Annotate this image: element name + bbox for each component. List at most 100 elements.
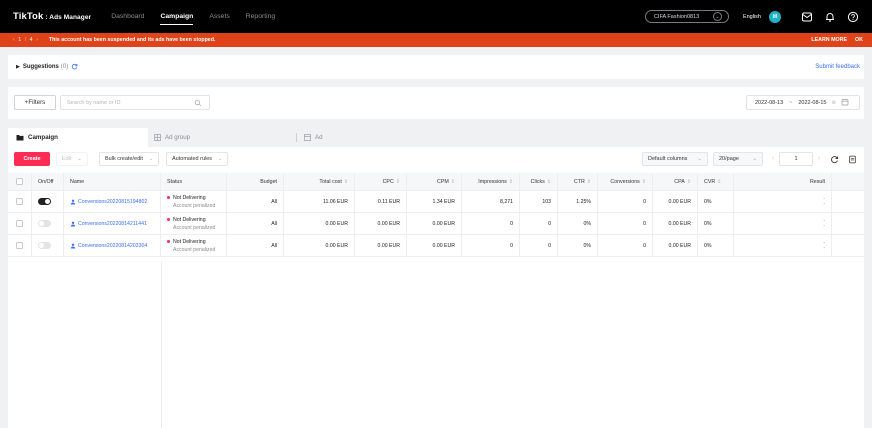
header-cpm[interactable]: CPM ⇕ [407,173,462,190]
automated-rules-button[interactable]: Automated rules ⌄ [166,152,229,166]
campaign-name-link[interactable]: Conversions20220814203304 [70,243,147,249]
nav-assets[interactable]: Assets [209,0,229,33]
conversions-cell: 0 [598,191,653,212]
grid-icon [154,134,161,141]
status-toggle[interactable] [38,198,51,205]
header-ctr[interactable]: CTR ⇕ [558,173,598,190]
refresh-icon[interactable] [828,153,840,165]
nav-campaign[interactable]: Campaign [160,0,193,33]
message-icon[interactable] [800,10,814,24]
cvr-cell: 0% [698,191,734,212]
search-input[interactable]: Search by name or ID [60,95,210,110]
avatar[interactable]: M [769,10,781,23]
row-checkbox[interactable] [16,220,23,227]
alert-separator: / [24,37,28,43]
account-select[interactable]: CIFA Fashion0813 ⌄ [644,10,729,23]
impressions-cell: 0 [462,213,520,234]
alert-next-icon[interactable]: › [36,37,39,43]
status-toggle[interactable] [38,220,51,227]
budget-cell: All [227,213,284,234]
chevron-down-icon: ⌄ [752,156,757,162]
export-icon[interactable] [846,153,858,165]
default-columns-select[interactable]: Default columns ⌄ [642,152,708,166]
next-page-icon[interactable]: › [813,152,825,166]
bulk-create-edit-button[interactable]: Bulk create/edit ⌄ [99,152,160,166]
header-clicks[interactable]: Clicks ⇕ [520,173,558,190]
select-all-checkbox[interactable] [16,178,23,185]
header-result[interactable]: Result [734,173,832,190]
header-conversions[interactable]: Conversions ⇕ [598,173,653,190]
campaign-name-link[interactable]: Conversions20220815194802 [70,199,147,205]
header-cpm-label: CPM [437,178,449,185]
users-icon [70,199,76,205]
header-impressions[interactable]: Impressions ⇕ [462,173,520,190]
cpm-cell: 0.00 EUR [407,235,462,256]
prev-page-icon[interactable]: ‹ [767,152,779,166]
clicks-cell: 0 [520,235,558,256]
header-name[interactable]: Name [64,173,161,190]
budget-cell: All [227,191,284,212]
tab-ad[interactable]: Ad [297,128,323,147]
header-conversions-label: Conversions [610,178,640,185]
edit-button[interactable]: Edit ⌄ [56,152,88,166]
header-total-cost[interactable]: Total cost ⇕ [284,173,355,190]
page-number-input[interactable]: 1 [779,152,813,166]
header-cpc[interactable]: CPC ⇕ [355,173,407,190]
create-button[interactable]: Create [14,152,50,166]
nav-reporting[interactable]: Reporting [246,0,275,33]
campaign-name: Conversions20220815194802 [78,198,148,205]
clicks-cell: 103 [520,191,558,212]
status-line: Not Delivering [167,194,215,202]
header-cpa[interactable]: CPA ⇕ [653,173,698,190]
sort-icon: ⇕ [717,178,722,185]
row-checkbox[interactable] [16,242,23,249]
status-toggle[interactable] [38,242,51,249]
tab-campaign[interactable]: Campaign [8,128,148,147]
page-size-select[interactable]: 20/page ⌄ [713,152,763,166]
header-status[interactable]: Status [161,173,227,190]
nav-dashboard[interactable]: Dashboard [111,0,144,33]
campaign-name-link[interactable]: Conversions20220814211441 [70,221,147,227]
help-icon[interactable] [846,10,860,24]
row-checkbox-cell [8,213,32,234]
learn-more-link[interactable]: LEARN MORE [811,37,847,43]
ctr-cell: 0% [558,235,598,256]
status-cell: Not Delivering Account penalized [161,235,227,256]
ctr-cell: 1.25% [558,191,598,212]
sort-icon: ⇕ [508,178,513,185]
expand-arrow-icon[interactable]: ▶ [16,64,20,70]
suggestions-title[interactable]: Suggestions [23,64,59,70]
header-cvr[interactable]: CVR ⇕ [698,173,734,190]
date-range-picker[interactable]: 2022-08-13 ~ 2022-08-15 ⊗ [746,95,860,110]
campaign-name: Conversions20220814211441 [78,220,147,227]
header-budget[interactable]: Budget [227,173,284,190]
sort-icon: ⇕ [686,178,691,185]
row-checkbox[interactable] [16,198,23,205]
status-badge: Not Delivering Account penalized [167,238,215,254]
alert-prev-icon[interactable]: ‹ [13,37,16,43]
refresh-icon[interactable] [71,63,78,72]
status-text: Not Delivering [173,238,206,245]
total-cost-cell: 0.00 EUR [284,213,355,234]
filters-button[interactable]: +Filters [14,95,56,110]
sort-icon: ⇕ [395,178,400,185]
calendar-icon [841,98,849,108]
tab-ad-label: Ad [315,134,323,141]
name-cell: Conversions20220814203304 [64,235,161,256]
sort-icon: ⇕ [641,178,646,185]
row-checkbox-cell [8,235,32,256]
suggestions-count: (0) [60,64,69,70]
suggestions-bar: ▶ Suggestions (0) Submit feedback [8,55,864,79]
bell-icon[interactable] [823,10,837,24]
clear-icon[interactable]: ⊗ [832,100,837,106]
submit-feedback-link[interactable]: Submit feedback [815,64,860,70]
brand-logo[interactable]: TikTok : Ads Manager [13,11,91,22]
result-bottom: - [823,200,825,207]
campaign-panel: Create Edit ⌄ Bulk create/edit ⌄ Automated… [8,147,864,428]
tab-ad-group[interactable]: Ad group [148,128,296,147]
result-cell: -- [734,235,832,256]
alert-ok-button[interactable]: OK [855,37,863,43]
chevron-down-icon: ⌄ [77,156,82,162]
language-select[interactable]: English [743,14,761,20]
sort-icon: ⇕ [546,178,551,185]
